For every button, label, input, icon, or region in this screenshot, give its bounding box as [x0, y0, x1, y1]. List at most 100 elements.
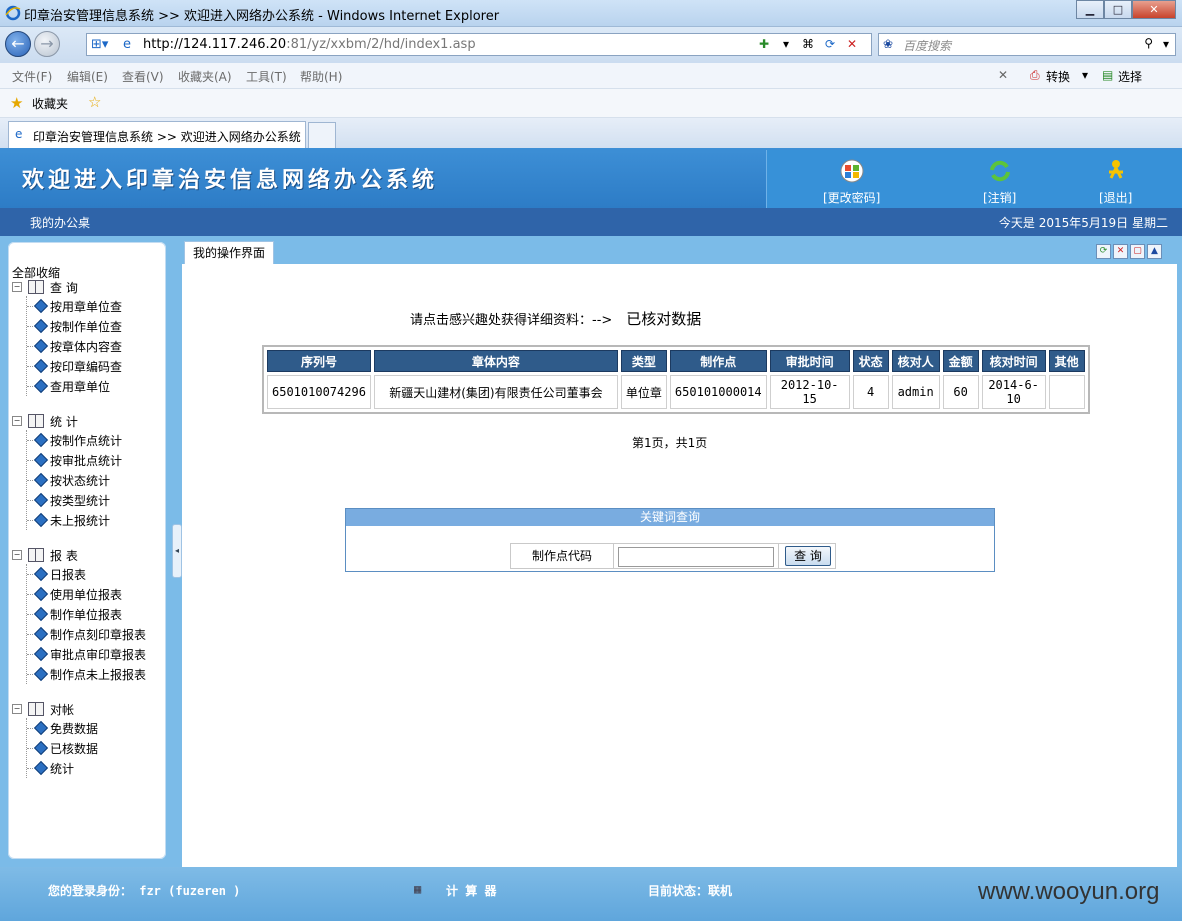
refresh-icon[interactable]: ⟳ [821, 35, 839, 54]
expand-toggle-icon[interactable]: − [12, 550, 22, 560]
menu-help[interactable]: 帮助(H) [300, 68, 342, 85]
logout-button[interactable]: [注销] [983, 158, 1016, 206]
tree-item[interactable]: 按章体内容查 [27, 336, 122, 356]
favorites-button[interactable]: 收藏夹 [32, 95, 68, 112]
close-bar-icon[interactable]: ✕ [998, 68, 1008, 82]
maker-code-input[interactable] [618, 547, 774, 567]
tree-item[interactable]: 未上报统计 [27, 510, 122, 530]
tree-item[interactable]: 制作点未上报报表 [27, 664, 146, 684]
rss-icon[interactable]: ⌘ [799, 35, 817, 54]
cell-serial[interactable]: 6501010074296 [267, 375, 371, 409]
select-icon: ▤ [1102, 68, 1114, 82]
col-header: 类型 [620, 350, 667, 372]
keyword-search-panel: 关键词查询 制作点代码 查 询 [345, 508, 995, 572]
tree-item[interactable]: 制作单位报表 [27, 604, 146, 624]
up-panel-icon[interactable]: ▲ [1147, 244, 1162, 259]
sidebar-collapse-handle[interactable]: ◂ [172, 524, 182, 578]
tree-item[interactable]: 按用章单位查 [27, 296, 122, 316]
my-desk-link[interactable]: 我的办公桌 [30, 214, 90, 231]
diamond-icon [33, 646, 49, 662]
tree-item[interactable]: 按审批点统计 [27, 450, 122, 470]
tree-item[interactable]: 免费数据 [27, 718, 98, 738]
convert-button[interactable]: 转换 [1046, 68, 1070, 85]
table-header-row: 序列号 章体内容 类型 制作点 审批时间 状态 核对人 金额 核对时间 其他 [267, 350, 1085, 372]
maximize-button[interactable]: □ [1104, 0, 1132, 19]
forward-button[interactable]: → [34, 31, 60, 57]
tree-group-stats: − 统 计 按制作点统计 按审批点统计 按状态统计 按类型统计 未上报统计 [12, 412, 122, 530]
cell-content[interactable]: 新疆天山建材(集团)有限责任公司董事会 [373, 375, 618, 409]
menu-tools[interactable]: 工具(T) [246, 68, 287, 85]
tree-item[interactable]: 统计 [27, 758, 98, 778]
tree-item[interactable]: 按状态统计 [27, 470, 122, 490]
group-title-reconcile[interactable]: 对帐 [50, 701, 74, 718]
keyword-row: 制作点代码 查 询 [510, 543, 836, 569]
app-subbar: 我的办公桌 今天是 2015年5月19日 星期二 [0, 208, 1182, 236]
menu-favorites[interactable]: 收藏夹(A) [178, 68, 232, 85]
change-password-label: [更改密码] [823, 191, 881, 205]
diamond-icon [33, 318, 49, 334]
address-bar[interactable]: ⊞▾ e http://124.117.246.20:81/yz/xxbm/2/… [86, 33, 872, 56]
tree-item[interactable]: 按制作点统计 [27, 430, 122, 450]
stop-icon[interactable]: ✕ [843, 35, 861, 54]
diamond-icon [33, 760, 49, 776]
calculator-link[interactable]: 计 算 器 [446, 882, 496, 899]
query-button[interactable]: 查 询 [785, 546, 831, 566]
search-dropdown-icon[interactable]: ▾ [1163, 37, 1169, 51]
search-icon[interactable]: ⚲ [1144, 36, 1153, 50]
add-bookmark-icon[interactable]: ⊞▾ [91, 37, 108, 52]
calculator-icon[interactable]: ▦ [414, 882, 421, 896]
content-panel: 请点击感兴趣处获得详细资料：--> 已核对数据 序列号 章体内容 类型 制作点 审… [182, 264, 1177, 867]
tab-my-operations[interactable]: 我的操作界面 [184, 241, 275, 266]
tree-group-reconcile: − 对帐 免费数据 已核数据 统计 [12, 700, 98, 778]
group-title-reports[interactable]: 报 表 [50, 547, 78, 564]
search-box[interactable]: ❀ 百度搜索 ⚲ ▾ [878, 33, 1176, 56]
menu-file[interactable]: 文件(F) [12, 68, 52, 85]
restore-panel-icon[interactable]: ▢ [1130, 244, 1145, 259]
book-icon [28, 280, 44, 294]
table-row[interactable]: 6501010074296 新疆天山建材(集团)有限责任公司董事会 单位章 65… [267, 375, 1085, 409]
url-text[interactable]: http://124.117.246.20:81/yz/xxbm/2/hd/in… [143, 37, 476, 52]
cell-maker[interactable]: 650101000014 [669, 375, 767, 409]
expand-toggle-icon[interactable]: − [12, 282, 22, 292]
diamond-icon [33, 378, 49, 394]
minimize-button[interactable]: ▁ [1076, 0, 1104, 19]
tree-item[interactable]: 按制作单位查 [27, 316, 122, 336]
dropdown-icon[interactable]: ▾ [777, 35, 795, 54]
tree-item[interactable]: 查用章单位 [27, 376, 122, 396]
menu-edit[interactable]: 编辑(E) [67, 68, 108, 85]
exit-button[interactable]: [退出] [1099, 158, 1132, 206]
browser-tab[interactable]: e 印章治安管理信息系统 >> 欢迎进入网络办公系统 [8, 121, 306, 148]
group-title-query[interactable]: 查 询 [50, 279, 78, 296]
window-title: 印章治安管理信息系统 >> 欢迎进入网络办公系统 - Windows Inter… [24, 9, 500, 24]
diamond-icon [33, 472, 49, 488]
diamond-icon [33, 512, 49, 528]
tree-item[interactable]: 已核数据 [27, 738, 98, 758]
close-window-button[interactable]: ✕ [1132, 0, 1176, 19]
tree-item[interactable]: 制作点刻印章报表 [27, 624, 146, 644]
favorites-bar: ★ 收藏夹 ☆ [0, 89, 1182, 118]
tree-item[interactable]: 审批点审印章报表 [27, 644, 146, 664]
convert-dropdown-icon[interactable]: ▾ [1082, 68, 1088, 82]
tree-item[interactable]: 按印章编码查 [27, 356, 122, 376]
col-header: 审批时间 [769, 350, 850, 372]
expand-toggle-icon[interactable]: − [12, 704, 22, 714]
tree-item[interactable]: 按类型统计 [27, 490, 122, 510]
cell-amount: 60 [942, 375, 979, 409]
tree-item[interactable]: 使用单位报表 [27, 584, 146, 604]
change-password-button[interactable]: [更改密码] [823, 158, 880, 206]
expand-toggle-icon[interactable]: − [12, 416, 22, 426]
star-icon: ★ [10, 94, 24, 112]
close-panel-icon[interactable]: ✕ [1113, 244, 1128, 259]
compat-icon[interactable]: ✚ [755, 35, 773, 54]
menu-view[interactable]: 查看(V) [122, 68, 164, 85]
book-icon [28, 548, 44, 562]
cell-other [1048, 375, 1085, 409]
tree-item[interactable]: 日报表 [27, 564, 146, 584]
add-favorite-icon[interactable]: ☆ [88, 93, 101, 111]
select-button[interactable]: 选择 [1118, 68, 1142, 85]
new-tab-button[interactable] [308, 122, 336, 148]
date-display: 今天是 2015年5月19日 星期二 [998, 216, 1168, 230]
group-title-stats[interactable]: 统 计 [50, 413, 78, 430]
back-button[interactable]: ← [5, 31, 31, 57]
refresh-panel-icon[interactable]: ⟳ [1096, 244, 1111, 259]
